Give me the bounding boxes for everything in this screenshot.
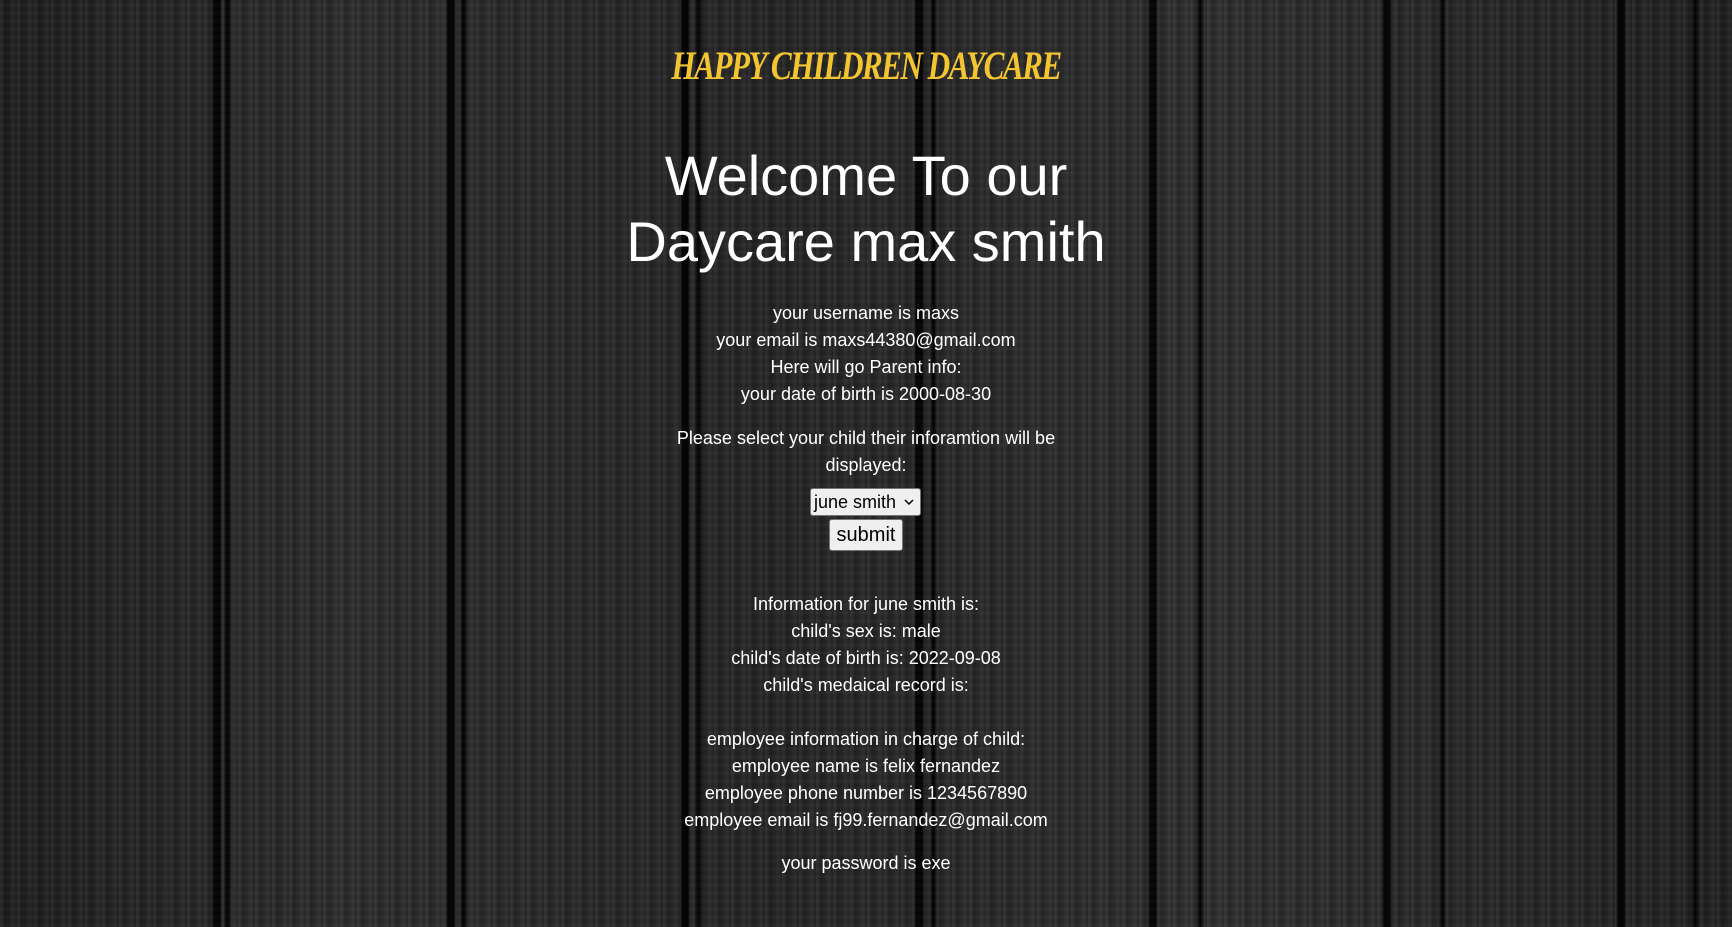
employee-info: employee information in charge of child:… — [0, 726, 1732, 834]
child-medical-text: child's medaical record is: — [763, 675, 969, 695]
welcome-line-2: Daycare max smith — [626, 210, 1106, 273]
child-info-header: Information for june smith is: — [752, 594, 980, 614]
employee-email-text: employee email is fj99.fernandez@gmail.c… — [684, 810, 1048, 830]
parent-info: your username is maxs your email is maxs… — [0, 300, 1732, 408]
select-prompt-text: Please select your child their inforamti… — [676, 428, 1056, 475]
username-text: your username is maxs — [772, 303, 960, 323]
child-info: Information for june smith is: child's s… — [0, 591, 1732, 699]
child-select-value: june smith — [814, 492, 897, 512]
welcome-heading: Welcome To our Daycare max smith — [0, 143, 1732, 275]
brand-logo: HAPPY CHILDREN DAYCARE — [671, 43, 1062, 88]
child-dob-text: child's date of birth is: 2022-09-08 — [731, 648, 1001, 668]
daycare-page: HAPPY CHILDREN DAYCARE Welcome To our Da… — [0, 0, 1732, 927]
submit-button[interactable]: submit — [829, 519, 903, 551]
child-select[interactable]: june smith — [810, 488, 921, 516]
parent-info-header: Here will go Parent info: — [770, 357, 962, 377]
chevron-down-icon — [904, 489, 914, 524]
employee-info-header: employee information in charge of child: — [706, 729, 1026, 749]
child-select-prompt: Please select your child their inforamti… — [0, 425, 1732, 479]
parent-dob-text: your date of birth is 2000-08-30 — [740, 384, 992, 404]
welcome-line-1: Welcome To our — [664, 144, 1068, 207]
employee-name-text: employee name is felix fernandez — [731, 756, 1001, 776]
email-text: your email is maxs44380@gmail.com — [716, 330, 1016, 350]
password-text: your password is exe — [781, 853, 951, 873]
password-info: your password is exe — [0, 850, 1732, 877]
employee-phone-text: employee phone number is 1234567890 — [704, 783, 1028, 803]
child-sex-text: child's sex is: male — [791, 621, 941, 641]
